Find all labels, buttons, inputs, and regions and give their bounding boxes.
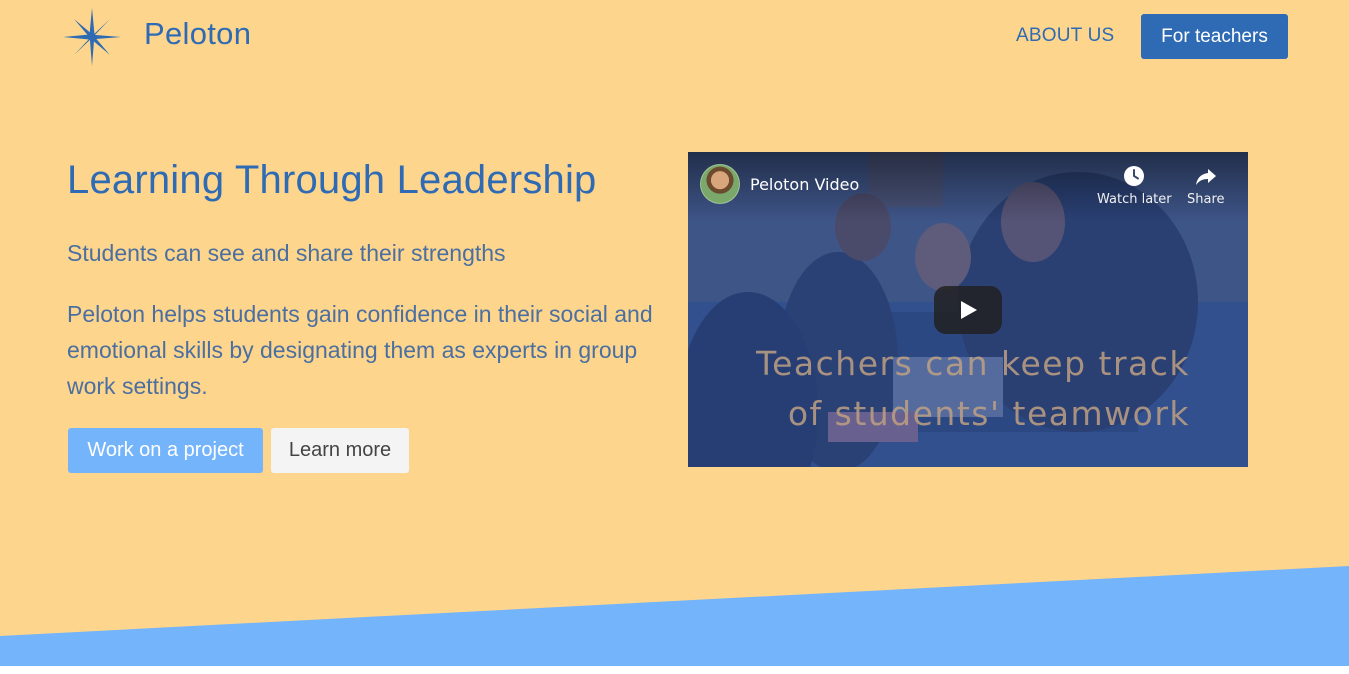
video-caption-line-2: of students' teamwork (787, 394, 1190, 433)
share-button[interactable]: Share (1187, 164, 1225, 207)
star-burst-icon[interactable] (63, 8, 121, 66)
hero-subhead: Students can see and share their strengt… (67, 240, 506, 266)
share-arrow-icon (1195, 169, 1216, 185)
for-teachers-button[interactable]: For teachers (1141, 14, 1288, 59)
hero-description: Peloton helps students gain confidence i… (67, 301, 653, 399)
play-button[interactable] (934, 286, 1002, 334)
page-title: Learning Through Leadership (67, 158, 597, 202)
clock-icon (1124, 166, 1145, 186)
nav-about-us-link[interactable]: ABOUT US (1016, 25, 1114, 47)
video-title[interactable]: Peloton Video (750, 175, 859, 194)
channel-avatar[interactable] (700, 164, 740, 204)
share-label: Share (1187, 192, 1225, 207)
play-icon (961, 301, 977, 319)
learn-more-button[interactable]: Learn more (271, 428, 409, 473)
watch-later-label: Watch later (1097, 192, 1172, 207)
work-on-project-button[interactable]: Work on a project (68, 428, 263, 473)
video-player[interactable]: Peloton Video Watch later Share Teachers… (688, 152, 1248, 467)
video-caption-line-1: Teachers can keep track (756, 344, 1190, 383)
hero-section: Peloton ABOUT US For teachers Learning T… (0, 0, 1349, 666)
brand-name[interactable]: Peloton (144, 16, 251, 52)
watch-later-button[interactable]: Watch later (1097, 164, 1172, 207)
